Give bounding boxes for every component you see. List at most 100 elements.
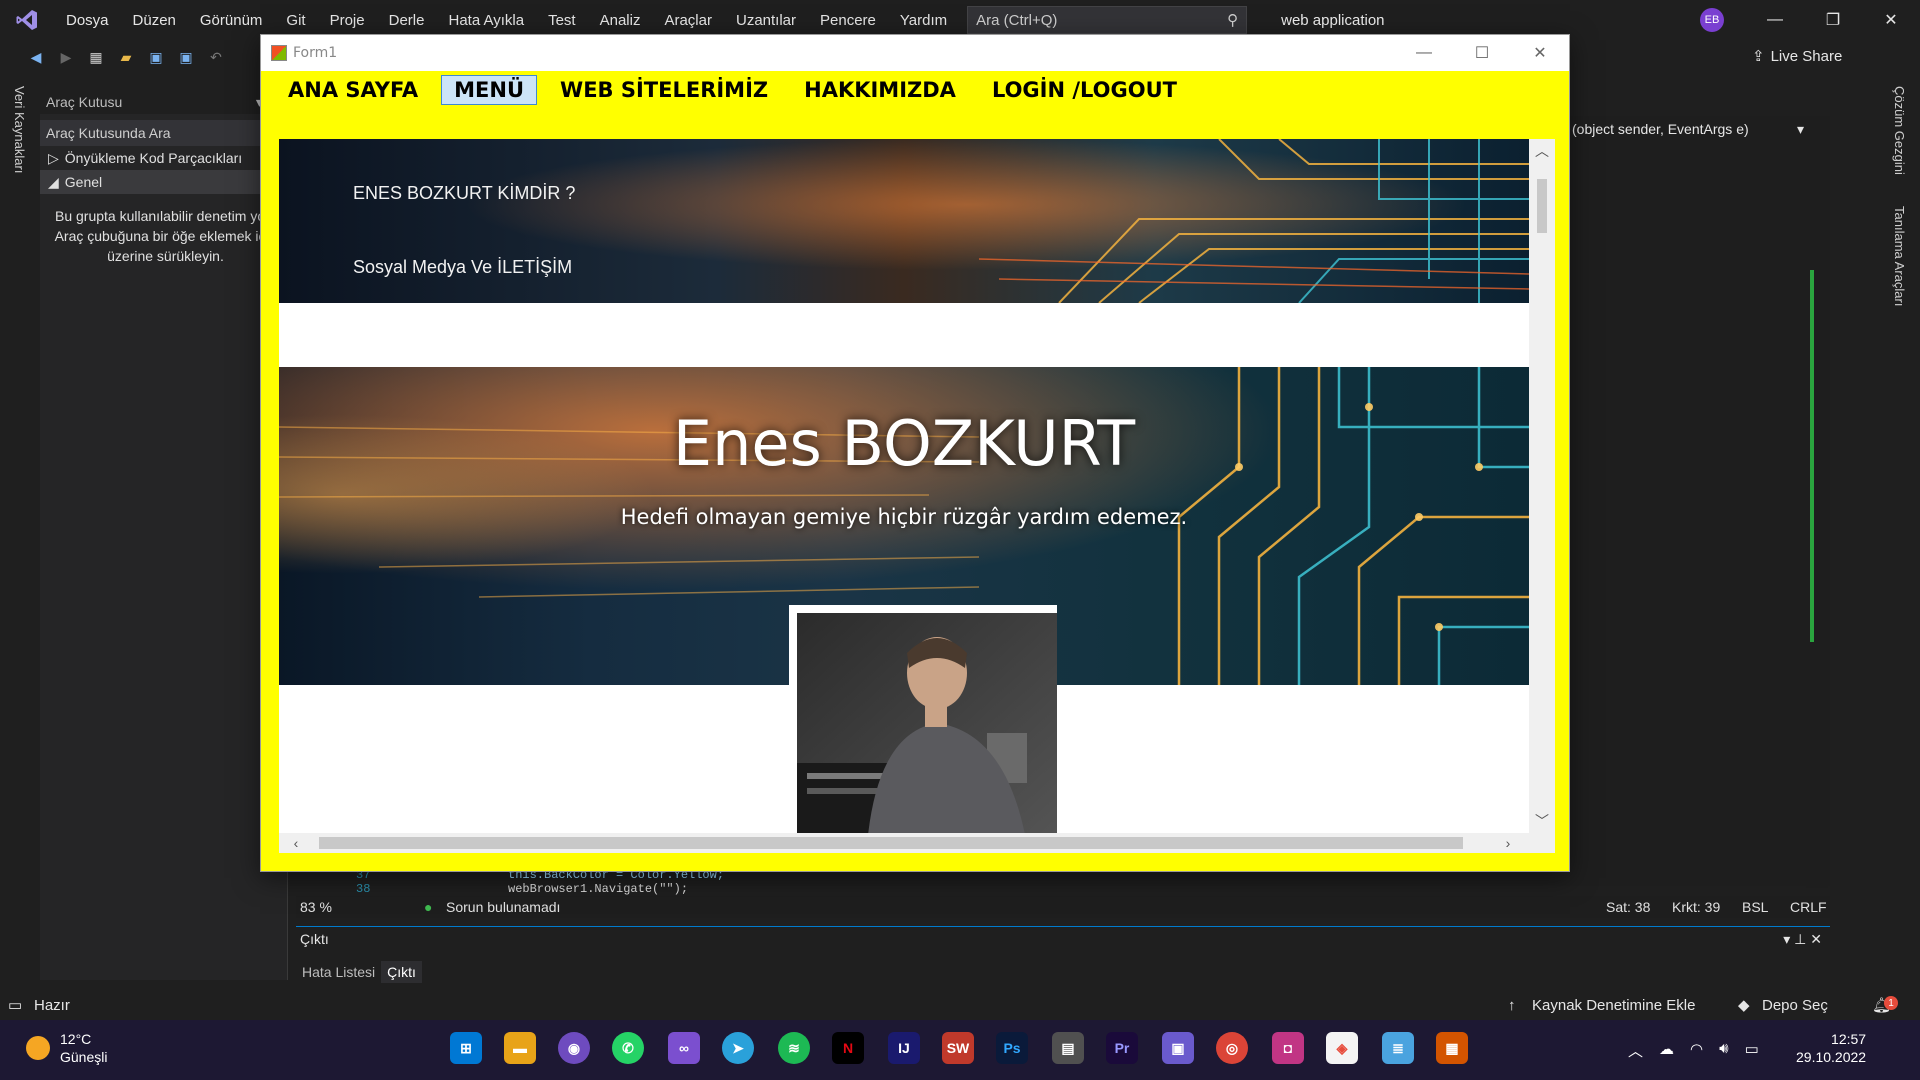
add-to-source-control[interactable]: Kaynak Denetimine Ekle <box>1532 997 1695 1014</box>
menu-extensions[interactable]: Uzantılar <box>724 12 808 29</box>
method-dropdown[interactable]: (object sender, EventArgs e) ▾ <box>1568 118 1808 140</box>
menu-file[interactable]: Dosya <box>54 12 121 29</box>
menu-item-menu[interactable]: MENÜ <box>441 75 538 105</box>
menu-edit[interactable]: Düzen <box>121 12 188 29</box>
vs-search-box[interactable]: Ara (Ctrl+Q) ⚲ <box>967 6 1248 34</box>
scroll-thumb[interactable] <box>1537 179 1547 233</box>
telegram-icon[interactable]: ➤ <box>722 1032 754 1064</box>
column-indicator[interactable]: Krkt: 39 <box>1672 899 1720 915</box>
volume-icon[interactable]: 🔊︎ <box>1719 1040 1728 1061</box>
scroll-up-icon[interactable]: ︿ <box>1529 139 1555 163</box>
whatsapp-icon[interactable]: ✆ <box>612 1032 644 1064</box>
scroll-right-icon[interactable]: › <box>1495 833 1521 853</box>
solution-explorer-tab[interactable]: Çözüm Gezgini <box>1892 86 1907 175</box>
select-repo[interactable]: Depo Seç <box>1762 997 1828 1014</box>
chrome-icon[interactable]: ◎ <box>1216 1032 1248 1064</box>
menu-item-login-logout[interactable]: LOGİN /LOGOUT <box>979 75 1190 105</box>
file-explorer-icon[interactable]: ▬ <box>504 1032 536 1064</box>
code-line[interactable]: webBrowser1.Navigate(""); <box>508 882 688 896</box>
menu-tools[interactable]: Araçlar <box>652 12 724 29</box>
menu-window[interactable]: Pencere <box>808 12 888 29</box>
clock[interactable]: 12:57 29.10.2022 <box>1796 1030 1866 1066</box>
calculator-icon[interactable]: ▤ <box>1052 1032 1084 1064</box>
github-icon[interactable]: ◉ <box>558 1032 590 1064</box>
tab-output[interactable]: Çıktı <box>381 961 422 983</box>
toolbox-search-input[interactable]: Araç Kutusunda Ara ⚲ <box>40 120 287 146</box>
menu-help[interactable]: Yardım <box>888 12 959 29</box>
netflix-icon[interactable]: N <box>832 1032 864 1064</box>
vs-close-button[interactable]: ✕ <box>1868 6 1914 34</box>
form-app-icon[interactable]: ▣ <box>1162 1032 1194 1064</box>
web-browser-control[interactable]: ENES BOZKURT KİMDİR ? Sosyal Medya Ve İL… <box>279 139 1555 853</box>
account-avatar[interactable]: EB <box>1700 8 1724 32</box>
whitespace-indicator[interactable]: BSL <box>1742 899 1768 915</box>
photoshop-icon[interactable]: Ps <box>996 1032 1028 1064</box>
form1-titlebar[interactable]: Form1 — ☐ ✕ <box>261 35 1569 71</box>
scroll-thumb[interactable] <box>319 837 1463 849</box>
visual-studio-logo-icon[interactable] <box>0 0 54 40</box>
diagnostic-tools-tab[interactable]: Tanılama Araçları <box>1892 206 1907 306</box>
solidworks-icon[interactable]: SW <box>942 1032 974 1064</box>
link-social-contact[interactable]: Sosyal Medya Ve İLETİŞİM <box>353 257 572 278</box>
menu-item-home[interactable]: ANA SAYFA <box>275 75 431 105</box>
menu-item-websites[interactable]: WEB SİTELERİMİZ <box>547 75 781 105</box>
scroll-down-icon[interactable]: ﹀ <box>1529 809 1555 833</box>
live-share-button[interactable]: ⇪ Live Share <box>1752 47 1842 66</box>
spotify-icon[interactable]: ≋ <box>778 1032 810 1064</box>
back-icon[interactable]: ◀ <box>26 47 46 67</box>
new-project-icon[interactable]: ▦ <box>86 47 106 67</box>
arrow-up-icon: ↑ <box>1508 996 1516 1014</box>
menu-build[interactable]: Derle <box>377 12 437 29</box>
toolbox-section-snippets[interactable]: ▷ Önyükleme Kod Parçacıkları <box>40 146 287 170</box>
open-folder-icon[interactable]: ▰ <box>116 47 136 67</box>
toolbox-title: Araç Kutusu <box>46 94 123 110</box>
paint-icon[interactable]: ▦ <box>1436 1032 1468 1064</box>
menu-test[interactable]: Test <box>536 12 588 29</box>
app-store-icon[interactable]: ◈ <box>1326 1032 1358 1064</box>
system-tray: ︿ ☁ ◠ 🔊︎ ▭ <box>1628 1040 1759 1061</box>
form-maximize-button[interactable]: ☐ <box>1453 35 1511 71</box>
save-icon[interactable]: ▣ <box>146 47 166 67</box>
zoom-level[interactable]: 83 % <box>300 899 332 915</box>
form-close-button[interactable]: ✕ <box>1511 35 1569 71</box>
windows-start-icon[interactable]: ⊞ <box>450 1032 482 1064</box>
wifi-icon[interactable]: ◠ <box>1690 1040 1703 1061</box>
data-sources-tab[interactable]: Veri Kaynakları <box>12 86 27 173</box>
editor-scrollbar[interactable] <box>1806 148 1828 888</box>
browser-horizontal-scrollbar[interactable]: ‹ › <box>279 833 1555 853</box>
browser-vertical-scrollbar[interactable]: ︿ ﹀ <box>1529 139 1555 833</box>
check-circle-icon: ● <box>424 899 433 915</box>
weather-widget[interactable]: 12°C Güneşli <box>26 1030 107 1066</box>
instagram-icon[interactable]: ◘ <box>1272 1032 1304 1064</box>
close-icon[interactable]: ▾ ⊥ ✕ <box>1783 931 1822 948</box>
share-icon: ⇪ <box>1752 48 1765 65</box>
chevron-up-icon[interactable]: ︿ <box>1628 1040 1643 1061</box>
menu-analyze[interactable]: Analiz <box>588 12 653 29</box>
cloud-icon[interactable]: ☁ <box>1659 1040 1674 1061</box>
intellij-icon[interactable]: IJ <box>888 1032 920 1064</box>
line-ending-indicator[interactable]: CRLF <box>1790 899 1827 915</box>
save-all-icon[interactable]: ▣ <box>176 47 196 67</box>
menu-debug[interactable]: Hata Ayıkla <box>436 12 536 29</box>
battery-icon[interactable]: ▭ <box>1745 1040 1759 1061</box>
forward-icon[interactable]: ▶ <box>56 47 76 67</box>
expand-icon: ▷ <box>48 149 59 166</box>
scroll-left-icon[interactable]: ‹ <box>283 833 309 853</box>
premiere-icon[interactable]: Pr <box>1106 1032 1138 1064</box>
visual-studio-icon[interactable]: ∞ <box>668 1032 700 1064</box>
profile-photo[interactable] <box>797 613 1057 833</box>
undo-icon[interactable]: ↶ <box>206 47 226 67</box>
menu-project[interactable]: Proje <box>318 12 377 29</box>
menu-git[interactable]: Git <box>274 12 317 29</box>
issues-status[interactable]: Sorun bulunamadı <box>446 899 560 915</box>
form-minimize-button[interactable]: — <box>1395 35 1453 71</box>
menu-view[interactable]: Görünüm <box>188 12 275 29</box>
toolbox-section-general[interactable]: ◢ Genel <box>40 170 287 194</box>
vs-minimize-button[interactable]: — <box>1752 6 1798 34</box>
line-indicator[interactable]: Sat: 38 <box>1606 899 1650 915</box>
notepad-icon[interactable]: ≣ <box>1382 1032 1414 1064</box>
link-who-is[interactable]: ENES BOZKURT KİMDİR ? <box>353 183 575 204</box>
menu-item-about[interactable]: HAKKIMIZDA <box>791 75 969 105</box>
vs-restore-button[interactable]: ❐ <box>1810 6 1856 34</box>
tab-error-list[interactable]: Hata Listesi <box>296 961 381 983</box>
